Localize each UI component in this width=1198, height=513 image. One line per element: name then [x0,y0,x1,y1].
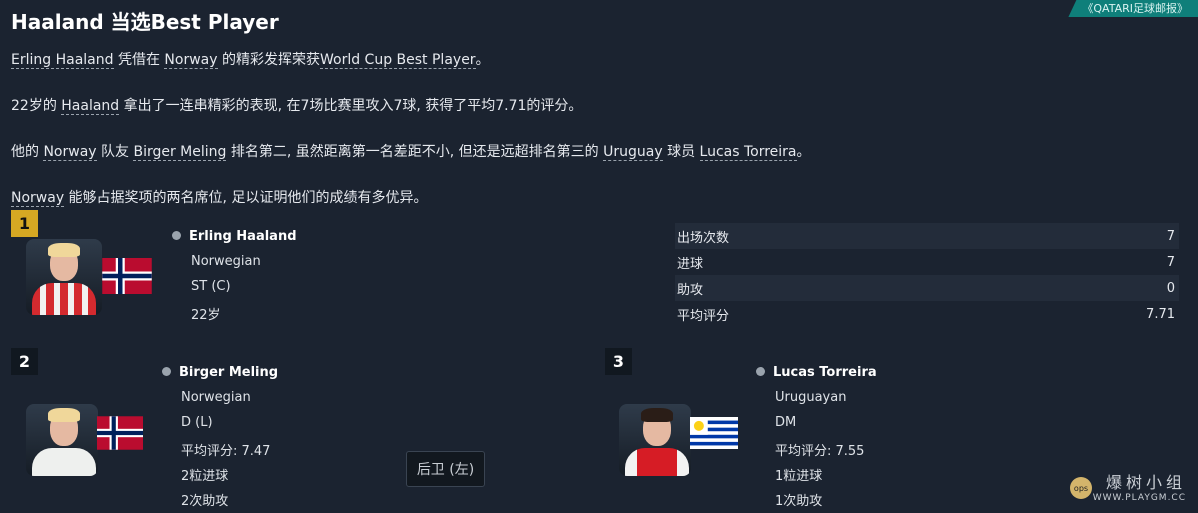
uruguay-flag-icon [690,417,738,449]
player-link[interactable]: Birger Meling [133,144,227,161]
winner-stats-table: 出场次数 7 进球 7 助攻 0 平均评分 7.71 [675,223,1179,327]
stat-row: 出场次数 7 [675,223,1179,249]
player-name-third[interactable]: Lucas Torreira [756,365,877,380]
player-nationality: Uruguayan [775,390,847,405]
competition-link[interactable]: World Cup Best Player [319,52,476,69]
player-nationality: Norwegian [191,254,261,269]
player-position: ST (C) [191,279,231,294]
player-name-second[interactable]: Birger Meling [162,365,278,380]
player-assists: 1次助攻 [775,494,823,509]
player-name-first[interactable]: Erling Haaland [172,229,297,244]
player-position[interactable]: DM [775,415,796,430]
player-link[interactable]: Haaland [61,98,120,115]
article-paragraph-4: Norway 能够占据奖项的两名席位, 足以证明他们的成绩有多优异。 [11,190,428,207]
player-rating: 平均评分: 7.55 [775,444,865,459]
norway-flag-icon [102,258,152,294]
stat-row: 助攻 0 [675,275,1179,301]
player-goals: 2粒进球 [181,469,229,484]
player-assists: 2次助攻 [181,494,229,509]
player-age: 22岁 [191,308,221,323]
watermark-logo: ops [1070,477,1092,499]
player-link[interactable]: Erling Haaland [11,52,114,69]
position-tooltip: 后卫 (左) [406,451,485,487]
team-link[interactable]: Norway [11,190,65,207]
player-photo-haaland[interactable] [26,239,102,315]
player-photo-torreira[interactable] [619,404,691,476]
player-position[interactable]: D (L) [181,415,213,430]
article-paragraph-1: Erling Haaland 凭借在 Norway 的精彩发挥荣获World C… [11,52,490,69]
page-title: Haaland 当选Best Player [11,10,279,34]
article-paragraph-3: 他的 Norway 队友 Birger Meling 排名第二, 虽然距离第一名… [11,144,811,161]
stat-row: 平均评分 7.71 [677,306,1175,324]
source-tag[interactable]: 《QATARI足球邮报》 [1068,0,1198,17]
person-icon [756,367,765,376]
player-nationality: Norwegian [181,390,251,405]
player-photo-meling[interactable] [26,404,98,476]
person-icon [172,231,181,240]
person-icon [162,367,171,376]
team-link[interactable]: Uruguay [603,144,663,161]
norway-flag-icon [97,416,143,450]
article-paragraph-2: 22岁的 Haaland 拿出了一连串精彩的表现, 在7场比赛里攻入7球, 获得… [11,98,583,115]
watermark: 爆树小组 WWW.PLAYGM.CC [1092,473,1186,503]
rank-badge-third: 3 [605,348,632,375]
player-goals: 1粒进球 [775,469,823,484]
player-link[interactable]: Lucas Torreira [699,144,797,161]
team-link[interactable]: Norway [164,52,218,69]
team-link[interactable]: Norway [43,144,97,161]
rank-badge-first: 1 [11,210,38,237]
stat-row: 进球 7 [677,254,1175,272]
rank-badge-second: 2 [11,348,38,375]
player-rating: 平均评分: 7.47 [181,444,271,459]
